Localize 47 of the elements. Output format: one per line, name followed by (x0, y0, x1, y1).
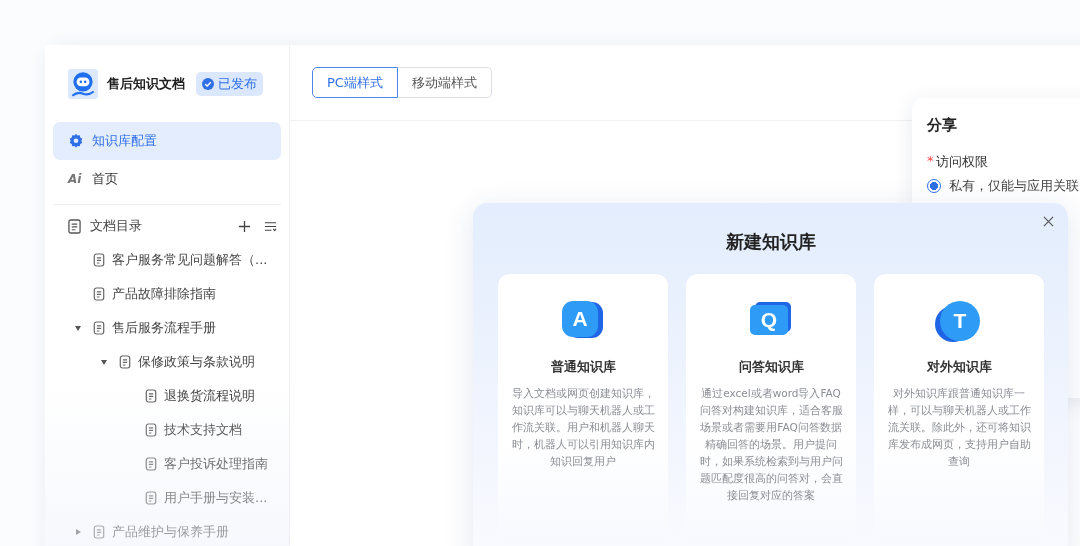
check-circle-icon (202, 77, 214, 90)
status-badge: 已发布 (196, 71, 263, 96)
document-icon (93, 287, 105, 301)
document-icon (145, 457, 157, 471)
card-description: 对外知识库跟普通知识库一样，可以与聊天机器人或工作流关联。除此外，还可将知识库发布成网页，支持用户自助查询 (886, 386, 1032, 469)
document-icon (145, 389, 157, 403)
close-icon[interactable] (1043, 216, 1054, 227)
card-title: 对外知识库 (926, 358, 992, 376)
add-icon[interactable] (238, 219, 251, 233)
tree-item[interactable]: 用户手册与安装... (53, 481, 281, 515)
tree-item[interactable]: 客户投诉处理指南 (53, 447, 281, 481)
document-icon (93, 321, 105, 335)
panel-title: 分享 (927, 116, 958, 135)
document-icon (68, 218, 81, 234)
knowledge-base-title: 售后知识文档 (107, 74, 185, 93)
tree-item[interactable]: 产品故障排除指南 (53, 277, 281, 311)
gear-icon (68, 133, 84, 149)
document-icon (93, 525, 105, 539)
robot-logo-icon (68, 68, 98, 99)
tree-item[interactable]: 技术支持文档 (53, 413, 281, 447)
document-icon (93, 253, 105, 267)
radio-icon[interactable] (927, 179, 941, 193)
document-icon (145, 491, 157, 505)
caret-icon[interactable] (99, 357, 109, 367)
field-label: 访问权限 (935, 153, 988, 171)
required-mark: * (927, 153, 934, 170)
circle-badge-icon: T (938, 301, 980, 341)
style-tab[interactable]: 移动端样式 (397, 67, 492, 98)
document-icon (145, 423, 157, 437)
card-title: 普通知识库 (550, 358, 616, 376)
radio-option[interactable]: 私有，仅能与应用关联 (927, 177, 1080, 195)
dialog-title: 新建知识库 (724, 230, 817, 254)
document-icon (119, 355, 131, 369)
style-tab[interactable]: PC端样式 (312, 67, 398, 98)
nav-item[interactable]: 知识库配置 (53, 122, 281, 160)
tree-item[interactable]: 退换货流程说明 (53, 379, 281, 413)
sort-icon[interactable] (264, 219, 277, 233)
caret-icon[interactable] (73, 323, 83, 333)
ai-logo-icon: Ai (68, 172, 84, 186)
nav-item[interactable]: Ai 首页 (53, 160, 281, 198)
card-title: 问答知识库 (738, 358, 804, 376)
tree-item[interactable]: 保修政策与条款说明 (53, 345, 281, 379)
card-description: 通过excel或者word导入FAQ问答对构建知识库，适合客服场景或者需要用FAQ问答数据精确回答的场景。用户提问时，如果系统检索到与用户问题匹配度很高的问答对，会直接回复对应的答案 (698, 386, 844, 503)
tree-item[interactable]: 售后服务流程手册 (53, 311, 281, 345)
card-description: 导入文档或网页创建知识库，知识库可以与聊天机器人或工作流关联。用户和机器人聊天时，机器人可以引用知识库内知识回复用户 (510, 386, 656, 469)
tree-item[interactable]: 客户服务常见问题解答（... (53, 243, 281, 277)
section-title: 文档目录 (90, 217, 143, 235)
